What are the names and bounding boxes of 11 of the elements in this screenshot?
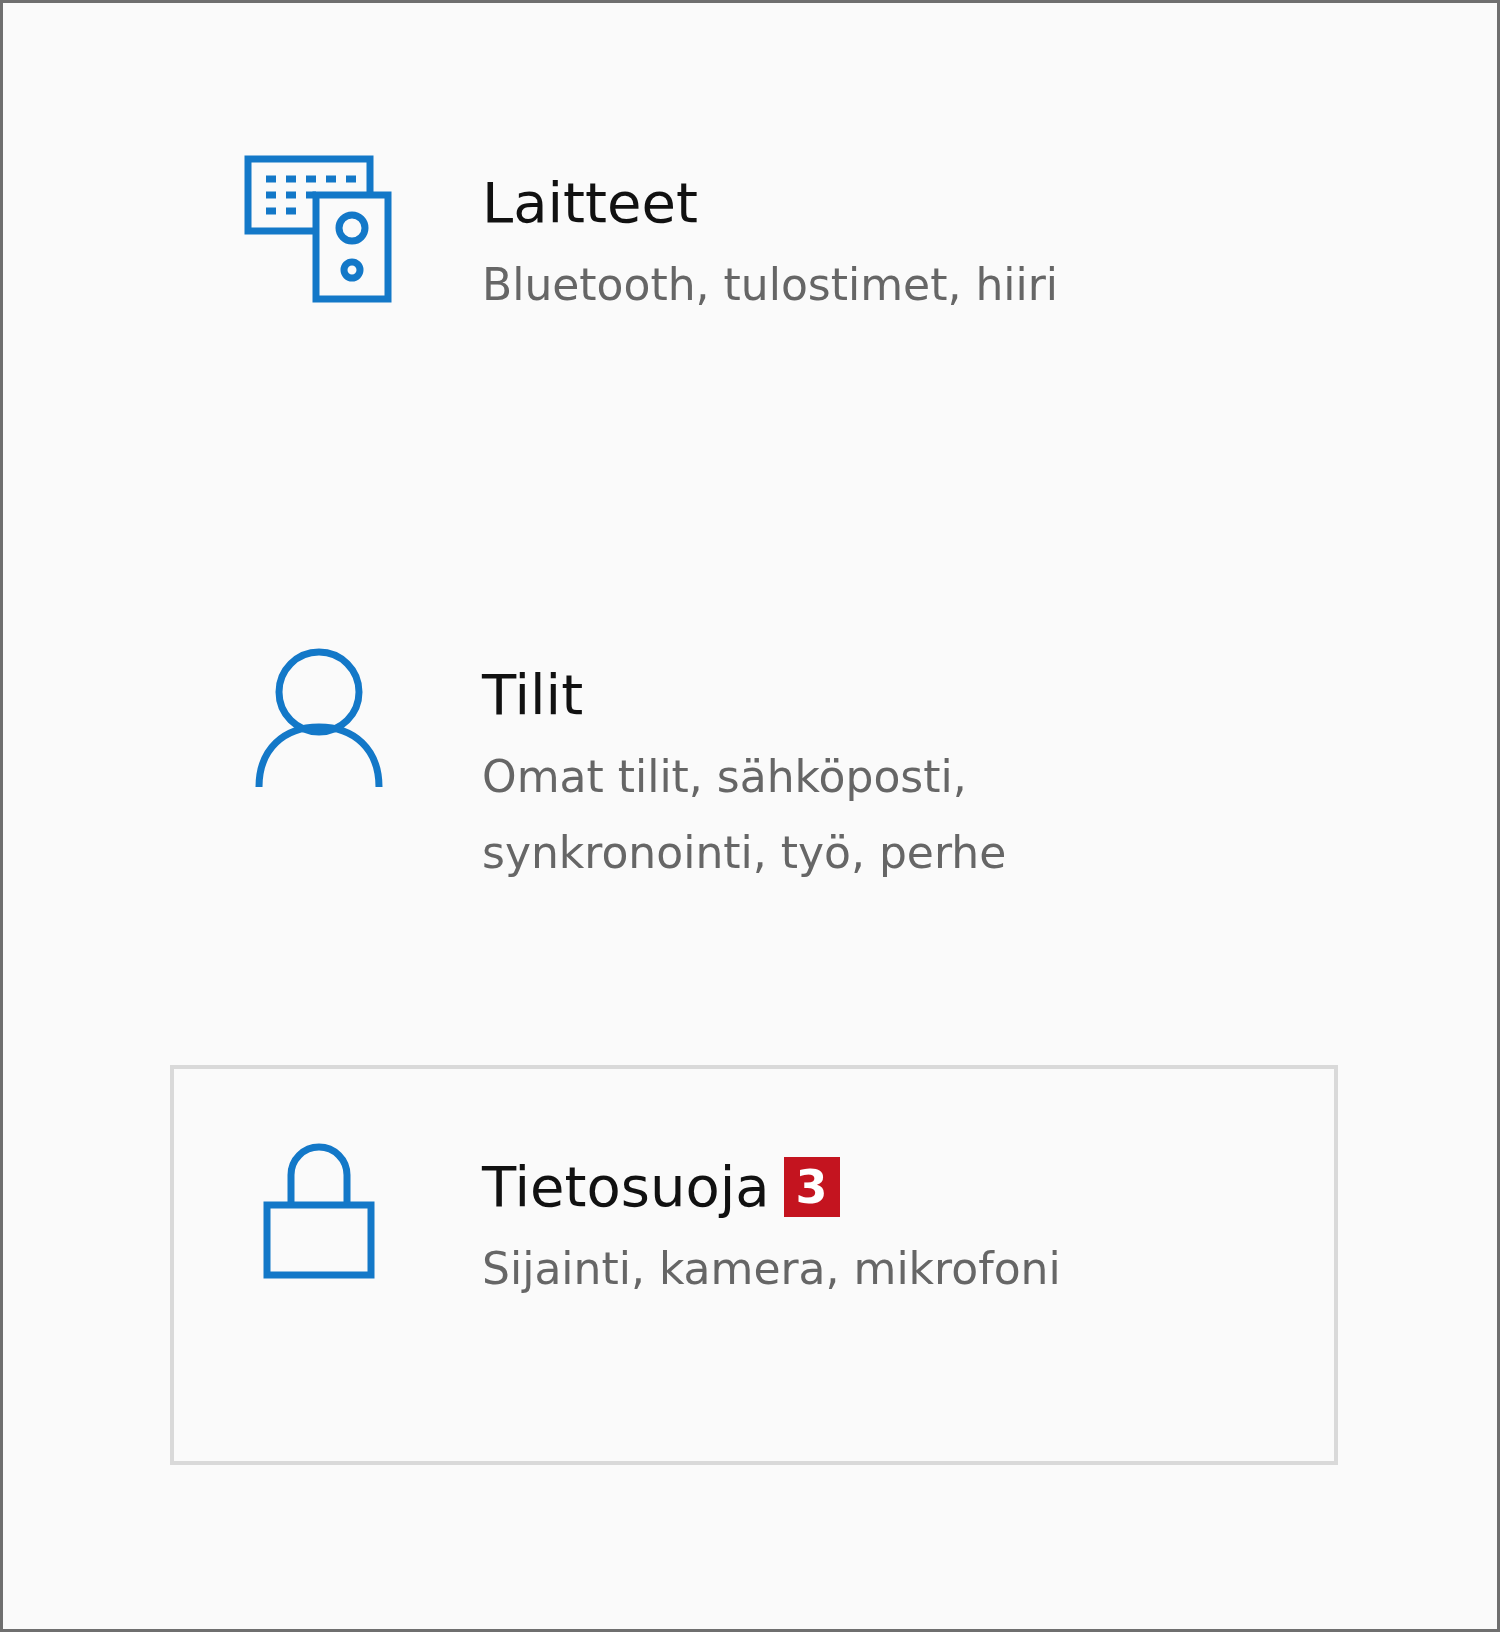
category-title: Tilit	[482, 661, 584, 729]
settings-category[interactable]: Tilit Omat tilit, sähköposti, synkronointi, työ, perhe	[170, 573, 1338, 973]
category-description: Sijainti, kamera, mikrofoni	[482, 1242, 1062, 1296]
category-description: Bluetooth, tulostimet, hiiri	[482, 258, 1060, 312]
notification-badge: 3	[783, 1157, 840, 1217]
category-description: Omat tilit, sähköposti, synkronointi, työ, perhe	[482, 750, 1008, 880]
category-title: Laitteet	[482, 169, 698, 237]
settings-category[interactable]: Laitteet Bluetooth, tulostimet, hiiri	[170, 81, 1338, 481]
settings-category[interactable]: Tietosuoja 3 Sijainti, kamera, mikrofoni	[170, 1065, 1338, 1465]
devices-icon	[244, 155, 394, 305]
category-title: Tietosuoja	[482, 1153, 770, 1221]
